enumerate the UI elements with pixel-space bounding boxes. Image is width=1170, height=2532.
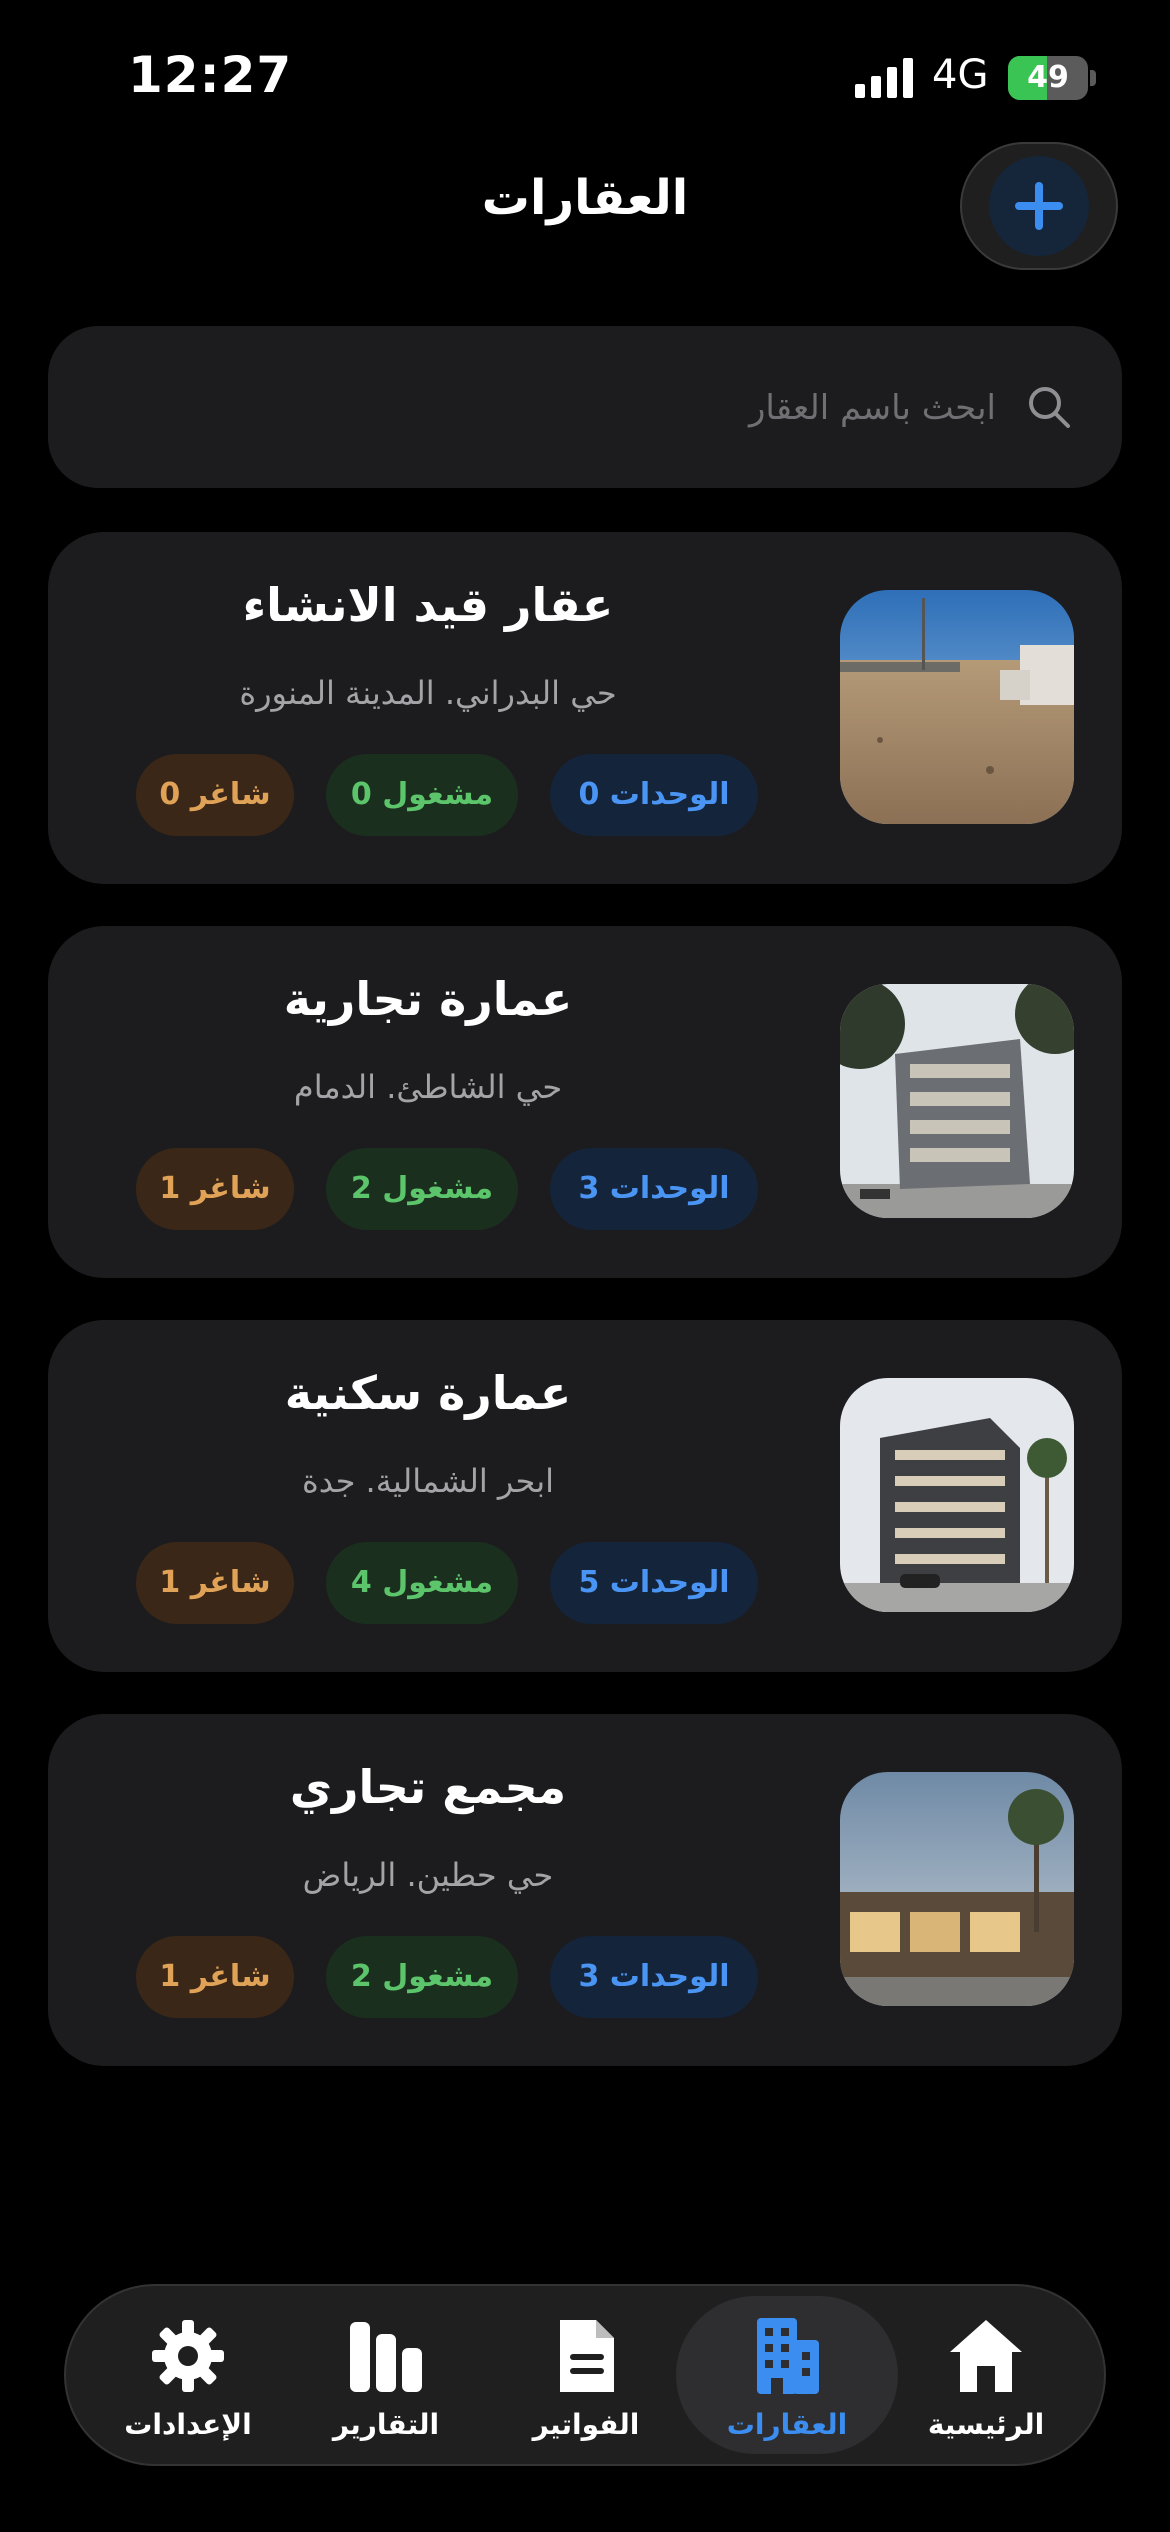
vacant-badge: شاغر 1 xyxy=(136,1542,294,1624)
document-icon xyxy=(560,2320,614,2392)
bottom-tab-bar: الرئيسية العقارات الفواتير التقارير الإع… xyxy=(64,2284,1106,2466)
battery-cap xyxy=(1090,70,1096,86)
property-card[interactable]: عمارة سكنية ابحر الشمالية. جدة الوحدات 5… xyxy=(48,1320,1122,1672)
tab-label: الإعدادات xyxy=(124,2408,252,2441)
property-location: ابحر الشمالية. جدة xyxy=(302,1462,554,1500)
property-location: حي البدراني. المدينة المنورة xyxy=(239,674,617,712)
property-title: مجمع تجاري xyxy=(289,1760,567,1814)
property-stats: الوحدات 5 مشغول 4 شاغر 1 xyxy=(136,1542,758,1624)
network-type: 4G xyxy=(932,52,989,98)
chart-bars-icon xyxy=(350,2322,422,2392)
property-photo xyxy=(840,984,1074,1218)
building-icon xyxy=(757,2318,819,2394)
property-title: عقار قيد الانشاء xyxy=(242,578,614,632)
units-badge: الوحدات 3 xyxy=(550,1148,758,1230)
units-badge: الوحدات 5 xyxy=(550,1542,758,1624)
home-icon xyxy=(950,2320,1022,2392)
plus-icon xyxy=(1015,182,1063,230)
property-photo xyxy=(840,1772,1074,2006)
tab-properties[interactable]: العقارات xyxy=(676,2296,898,2454)
status-bar: 12:27 4G 49 xyxy=(0,0,1170,150)
search-box[interactable] xyxy=(48,326,1122,488)
occupied-badge: مشغول 4 xyxy=(326,1542,518,1624)
tab-settings[interactable]: الإعدادات xyxy=(88,2286,288,2464)
status-time: 12:27 xyxy=(128,46,293,104)
search-input[interactable] xyxy=(94,374,998,442)
occupied-badge: مشغول 2 xyxy=(326,1936,518,2018)
tab-home[interactable]: الرئيسية xyxy=(886,2286,1086,2464)
tab-label: العقارات xyxy=(726,2408,848,2441)
vacant-badge: شاغر 0 xyxy=(136,754,294,836)
units-badge: الوحدات 0 xyxy=(550,754,758,836)
property-photo xyxy=(840,1378,1074,1612)
property-stats: الوحدات 3 مشغول 2 شاغر 1 xyxy=(136,1148,758,1230)
property-location: حي الشاطئ. الدمام xyxy=(293,1068,563,1106)
occupied-badge: مشغول 0 xyxy=(326,754,518,836)
add-property-button[interactable] xyxy=(960,142,1118,270)
property-stats: الوحدات 0 مشغول 0 شاغر 0 xyxy=(136,754,758,836)
occupied-badge: مشغول 2 xyxy=(326,1148,518,1230)
property-card[interactable]: مجمع تجاري حي حطين. الرياض الوحدات 3 مشغ… xyxy=(48,1714,1122,2066)
vacant-badge: شاغر 1 xyxy=(136,1936,294,2018)
search-icon xyxy=(1029,387,1070,428)
battery-percent: 49 xyxy=(1027,60,1069,95)
units-badge: الوحدات 3 xyxy=(550,1936,758,2018)
tab-label: الرئيسية xyxy=(927,2408,1045,2441)
tab-label: الفواتير xyxy=(532,2408,640,2441)
gear-icon xyxy=(152,2320,224,2392)
tab-label: التقارير xyxy=(332,2408,440,2441)
battery-icon: 49 xyxy=(1008,56,1088,100)
tab-reports[interactable]: التقارير xyxy=(286,2286,486,2464)
vacant-badge: شاغر 1 xyxy=(136,1148,294,1230)
tab-invoices[interactable]: الفواتير xyxy=(486,2286,686,2464)
property-photo xyxy=(840,590,1074,824)
property-stats: الوحدات 3 مشغول 2 شاغر 1 xyxy=(136,1936,758,2018)
property-card[interactable]: عمارة تجارية حي الشاطئ. الدمام الوحدات 3… xyxy=(48,926,1122,1278)
property-title: عمارة تجارية xyxy=(283,972,573,1026)
property-location: حي حطين. الرياض xyxy=(302,1856,554,1894)
cellular-signal-icon xyxy=(855,58,913,98)
property-card[interactable]: عقار قيد الانشاء حي البدراني. المدينة ال… xyxy=(48,532,1122,884)
property-title: عمارة سكنية xyxy=(284,1366,572,1420)
